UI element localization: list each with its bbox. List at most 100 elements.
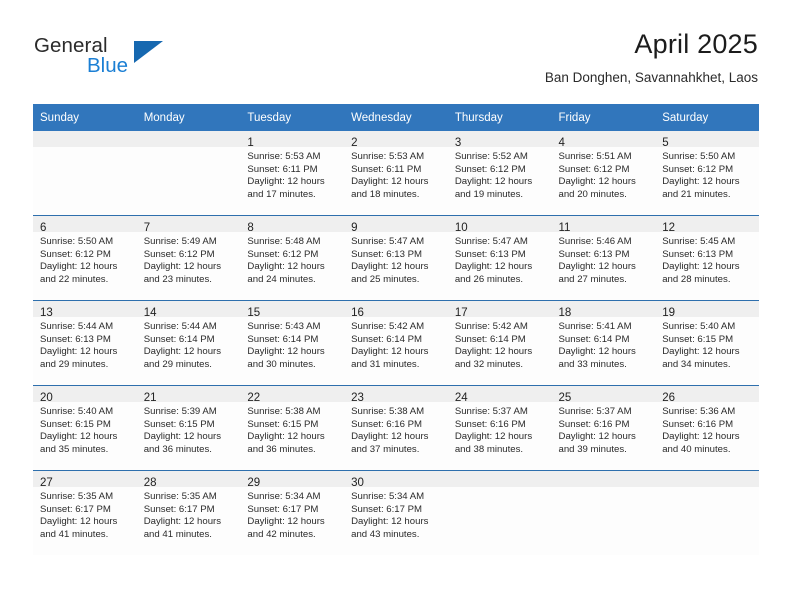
day-number: 21: [143, 392, 157, 404]
sunrise-text: Sunrise: 5:46 AM: [558, 236, 632, 247]
day-number: 14: [143, 307, 157, 319]
weekday-header-wednesday: Wednesday: [344, 104, 448, 131]
daylight-text-line2: and 19 minutes.: [454, 188, 524, 200]
weekday-header-saturday: Saturday: [655, 104, 759, 131]
daylight-text-line2: and 41 minutes.: [40, 528, 109, 540]
day-number-band: 22: [240, 386, 345, 404]
calendar-day-cell[interactable]: 27 Sunrise: 5:35 AM Sunset: 6:17 PM Dayligh…: [33, 470, 137, 555]
day-cell-content: 26 Sunrise: 5:36 AM Sunset: 6:16 PM Dayligh…: [655, 386, 759, 470]
general-blue-logo[interactable]: General Blue: [34, 34, 214, 82]
day-cell-content: 13 Sunrise: 5:44 AM Sunset: 6:13 PM Dayligh…: [33, 301, 137, 385]
weekday-header-thursday: Thursday: [447, 104, 552, 131]
sunrise-text: Sunrise: 5:53 AM: [247, 151, 321, 162]
calendar-day-cell[interactable]: 29 Sunrise: 5:34 AM Sunset: 6:17 PM Dayligh…: [240, 470, 345, 555]
day-number-band: 13: [33, 301, 137, 319]
daylight-text-line1: Daylight: 12 hours: [351, 516, 429, 528]
day-detail: Sunrise: 5:51 AM Sunset: 6:12 PM Daylight:…: [552, 147, 656, 201]
calendar-day-cell[interactable]: 21 Sunrise: 5:39 AM Sunset: 6:15 PM Dayligh…: [136, 385, 241, 471]
daylight-text-line1: Daylight: 12 hours: [143, 516, 222, 528]
daylight-text-line2: and 43 minutes.: [351, 528, 420, 540]
calendar-day-cell[interactable]: 9 Sunrise: 5:47 AM Sunset: 6:13 PM Daylight…: [344, 215, 448, 301]
calendar-day-cell[interactable]: 1 Sunrise: 5:53 AM Sunset: 6:11 PM Daylight…: [240, 131, 345, 216]
calendar-day-cell[interactable]: 3 Sunrise: 5:52 AM Sunset: 6:12 PM Daylight…: [447, 131, 552, 216]
sunrise-text: Sunrise: 5:41 AM: [558, 321, 632, 332]
calendar-day-cell[interactable]: 17 Sunrise: 5:42 AM Sunset: 6:14 PM Dayligh…: [447, 300, 552, 386]
calendar-day-cell[interactable]: 22 Sunrise: 5:38 AM Sunset: 6:15 PM Dayligh…: [240, 385, 345, 471]
day-cell-content: 17 Sunrise: 5:42 AM Sunset: 6:14 PM Dayligh…: [447, 301, 552, 385]
daylight-text-line1: Daylight: 12 hours: [40, 346, 118, 358]
sunrise-text: Sunrise: 5:40 AM: [662, 321, 736, 332]
page-title: April 2025: [634, 29, 758, 59]
day-cell-content: 24 Sunrise: 5:37 AM Sunset: 6:16 PM Dayligh…: [447, 386, 552, 470]
sunset-text: Sunset: 6:12 PM: [40, 248, 111, 260]
sunset-text: Sunset: 6:12 PM: [247, 248, 319, 260]
day-number: 24: [454, 392, 468, 404]
daylight-text-line1: Daylight: 12 hours: [454, 346, 533, 358]
calendar-day-cell[interactable]: 23 Sunrise: 5:38 AM Sunset: 6:16 PM Dayligh…: [344, 385, 448, 471]
sunset-text: Sunset: 6:13 PM: [662, 248, 734, 260]
day-cell-content: 16 Sunrise: 5:42 AM Sunset: 6:14 PM Dayligh…: [344, 301, 448, 385]
day-number-band: 1: [240, 131, 345, 149]
calendar-day-cell[interactable]: 15 Sunrise: 5:43 AM Sunset: 6:14 PM Dayligh…: [240, 300, 345, 386]
calendar-day-cell[interactable]: 11 Sunrise: 5:46 AM Sunset: 6:13 PM Dayligh…: [551, 215, 656, 301]
calendar-day-cell[interactable]: 28 Sunrise: 5:35 AM Sunset: 6:17 PM Dayligh…: [136, 470, 241, 555]
day-cell-content: [136, 131, 241, 215]
calendar-day-cell-empty: [136, 131, 241, 216]
day-number-band: 12: [655, 216, 759, 234]
calendar-day-cell[interactable]: 20 Sunrise: 5:40 AM Sunset: 6:15 PM Dayligh…: [33, 385, 137, 471]
calendar-day-cell[interactable]: 25 Sunrise: 5:37 AM Sunset: 6:16 PM Dayligh…: [551, 385, 656, 471]
blue-triangle-flag-icon: [134, 41, 163, 63]
calendar-day-cell[interactable]: 12 Sunrise: 5:45 AM Sunset: 6:13 PM Dayligh…: [655, 215, 759, 301]
day-number-band: 14: [136, 301, 241, 319]
daylight-text-line2: and 40 minutes.: [662, 443, 731, 455]
calendar-day-cell[interactable]: 19 Sunrise: 5:40 AM Sunset: 6:15 PM Dayligh…: [655, 300, 759, 386]
calendar-day-cell[interactable]: 8 Sunrise: 5:48 AM Sunset: 6:12 PM Daylight…: [240, 215, 345, 301]
daylight-text-line1: Daylight: 12 hours: [143, 346, 222, 358]
daylight-text-line2: and 36 minutes.: [247, 443, 316, 455]
calendar-day-cell[interactable]: 6 Sunrise: 5:50 AM Sunset: 6:12 PM Daylight…: [33, 215, 137, 301]
day-number-band: 11: [551, 216, 656, 234]
daylight-text-line1: Daylight: 12 hours: [351, 176, 429, 188]
daylight-text-line2: and 26 minutes.: [454, 273, 524, 285]
calendar-day-cell[interactable]: 14 Sunrise: 5:44 AM Sunset: 6:14 PM Dayligh…: [136, 300, 241, 386]
day-cell-content: 2 Sunrise: 5:53 AM Sunset: 6:11 PM Daylight…: [344, 131, 448, 215]
calendar-day-cell[interactable]: 4 Sunrise: 5:51 AM Sunset: 6:12 PM Daylight…: [551, 131, 656, 216]
sunset-text: Sunset: 6:12 PM: [558, 163, 630, 175]
sunset-text: Sunset: 6:12 PM: [662, 163, 734, 175]
day-number: 29: [247, 477, 261, 489]
day-detail: Sunrise: 5:53 AM Sunset: 6:11 PM Daylight:…: [240, 147, 344, 201]
day-cell-content: [551, 471, 656, 555]
calendar-day-cell-empty: [447, 470, 552, 555]
calendar-day-cell[interactable]: 5 Sunrise: 5:50 AM Sunset: 6:12 PM Daylight…: [655, 131, 759, 216]
calendar-day-cell[interactable]: 13 Sunrise: 5:44 AM Sunset: 6:13 PM Dayligh…: [33, 300, 137, 386]
calendar-day-cell[interactable]: 10 Sunrise: 5:47 AM Sunset: 6:13 PM Dayligh…: [447, 215, 552, 301]
calendar-day-cell[interactable]: 18 Sunrise: 5:41 AM Sunset: 6:14 PM Dayligh…: [551, 300, 656, 386]
calendar-day-cell[interactable]: 30 Sunrise: 5:34 AM Sunset: 6:17 PM Dayligh…: [344, 470, 448, 555]
day-number-band: 3: [447, 131, 552, 149]
day-number: 23: [351, 392, 364, 404]
day-detail: Sunrise: 5:38 AM Sunset: 6:16 PM Daylight:…: [344, 402, 448, 456]
calendar-day-cell[interactable]: 24 Sunrise: 5:37 AM Sunset: 6:16 PM Dayligh…: [447, 385, 552, 471]
calendar-body: 1 Sunrise: 5:53 AM Sunset: 6:11 PM Daylight…: [33, 131, 759, 555]
day-number: 13: [40, 307, 53, 319]
daylight-text-line2: and 27 minutes.: [558, 273, 627, 285]
daylight-text-line1: Daylight: 12 hours: [454, 431, 533, 443]
day-detail: Sunrise: 5:37 AM Sunset: 6:16 PM Daylight:…: [552, 402, 656, 456]
calendar-day-cell[interactable]: 2 Sunrise: 5:53 AM Sunset: 6:11 PM Daylight…: [344, 131, 448, 216]
daylight-text-line2: and 39 minutes.: [558, 443, 627, 455]
day-number-band: [655, 471, 759, 487]
calendar-day-cell[interactable]: 26 Sunrise: 5:36 AM Sunset: 6:16 PM Dayligh…: [655, 385, 759, 471]
sunset-text: Sunset: 6:13 PM: [351, 248, 423, 260]
daylight-text-line2: and 34 minutes.: [662, 358, 731, 370]
day-detail: Sunrise: 5:50 AM Sunset: 6:12 PM Daylight:…: [33, 232, 137, 286]
daylight-text-line2: and 33 minutes.: [558, 358, 627, 370]
day-cell-content: 20 Sunrise: 5:40 AM Sunset: 6:15 PM Dayligh…: [33, 386, 137, 470]
calendar-header-row: Sunday Monday Tuesday Wednesday Thursday…: [33, 104, 759, 131]
calendar-day-cell[interactable]: 7 Sunrise: 5:49 AM Sunset: 6:12 PM Daylight…: [136, 215, 241, 301]
sunrise-text: Sunrise: 5:34 AM: [351, 491, 425, 502]
day-detail: Sunrise: 5:43 AM Sunset: 6:14 PM Daylight:…: [240, 317, 344, 371]
daylight-text-line1: Daylight: 12 hours: [558, 346, 636, 358]
day-number: 27: [40, 477, 53, 489]
calendar-day-cell[interactable]: 16 Sunrise: 5:42 AM Sunset: 6:14 PM Dayligh…: [344, 300, 448, 386]
sunset-text: Sunset: 6:14 PM: [247, 333, 319, 345]
